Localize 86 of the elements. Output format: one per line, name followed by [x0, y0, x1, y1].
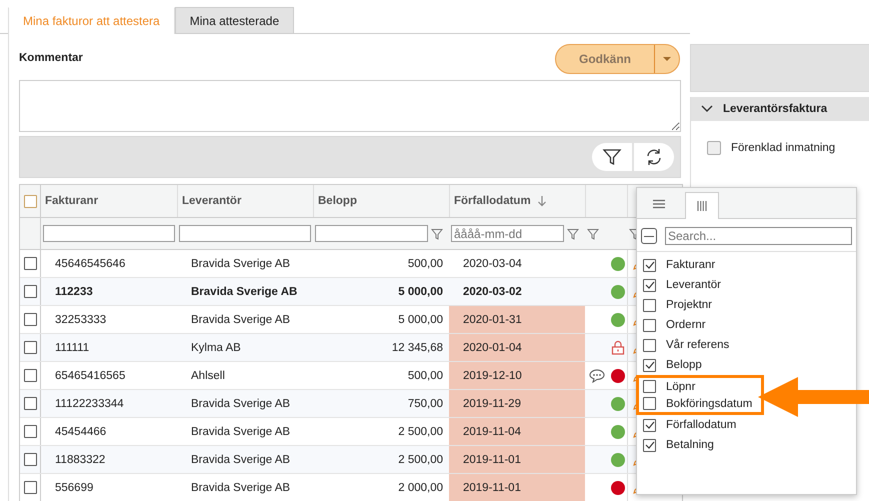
comment-label: Kommentar — [19, 52, 83, 64]
table-cell-text: 2 000,00 — [397, 480, 444, 496]
filter-field[interactable] — [179, 225, 311, 242]
checkbox-label: Förenklad inmatning — [731, 142, 836, 154]
table-cell-text: Bravida Sverige AB — [190, 284, 298, 300]
table-cell: 2019-11-29 — [449, 390, 585, 417]
checkbox[interactable] — [643, 258, 656, 272]
speech-bubble-icon[interactable] — [589, 368, 605, 382]
table-cell-text: 32253333 — [54, 312, 108, 328]
table-cell: 2019-11-01 — [449, 446, 585, 473]
table-cell-text: 2020-03-02 — [462, 284, 523, 300]
filter-field[interactable]: åååå-mm-dd — [451, 225, 564, 242]
column-option[interactable]: Projektnr — [666, 299, 712, 311]
table-cell-text: Bravida Sverige AB — [190, 312, 292, 328]
table-cell-text: 65465416565 — [54, 368, 126, 384]
table-cell-text: Ahlsell — [190, 368, 226, 384]
checkbox[interactable] — [643, 438, 656, 452]
table-cell-text: 5 000,00 — [397, 312, 444, 328]
table-cell-text: 750,00 — [406, 396, 444, 412]
filter-field[interactable] — [43, 225, 175, 242]
table-cell-text: 112233 — [54, 284, 94, 300]
checkbox[interactable] — [643, 298, 656, 312]
table-cell-text: Kylma AB — [190, 340, 242, 356]
table-cell-text: 45454466 — [54, 424, 108, 440]
column-option[interactable]: Ordernr — [666, 319, 706, 331]
column-header[interactable]: Leverantör — [177, 185, 313, 217]
table-cell: 2020-01-04 — [449, 334, 585, 361]
chevron-icon — [701, 105, 713, 113]
column-option[interactable]: Löpnr — [666, 380, 696, 392]
table-cell: 2019-11-01 — [449, 474, 585, 501]
checkbox[interactable] — [643, 358, 656, 372]
select-all-checkbox[interactable] — [24, 194, 36, 208]
table-cell-text: Bravida Sverige AB — [190, 424, 292, 440]
table-cell: 2020-01-31 — [449, 306, 585, 333]
table-cell-text: 11883322 — [54, 452, 106, 468]
column-option[interactable]: Leverantör — [666, 279, 721, 291]
table-cell-text: 12 345,68 — [390, 340, 444, 356]
checkbox[interactable] — [643, 278, 656, 292]
column-option[interactable]: Belopp — [666, 359, 702, 371]
row-checkbox[interactable] — [24, 341, 36, 354]
column-header[interactable]: Förfallodatum — [449, 185, 585, 217]
table-cell-text: 2 500,00 — [397, 452, 444, 468]
column-option[interactable]: Förfallodatum — [666, 419, 736, 431]
table-cell: 2019-11-04 — [449, 418, 585, 445]
table-cell-text: 2 500,00 — [397, 424, 444, 440]
row-checkbox[interactable] — [24, 257, 36, 270]
row-checkbox[interactable] — [24, 425, 36, 438]
columns-icon[interactable] — [685, 192, 719, 219]
checkbox[interactable] — [643, 418, 656, 432]
table-cell-text: 111111 — [54, 340, 90, 356]
table-cell-text: 500,00 — [406, 256, 444, 272]
table-cell-text: 500,00 — [406, 368, 444, 384]
table-cell-text: Bravida Sverige AB — [190, 396, 292, 412]
table-cell-text: 5 000,00 — [397, 284, 444, 300]
checkbox[interactable] — [643, 397, 656, 410]
table-cell-text: Bravida Sverige AB — [190, 480, 292, 496]
checkbox[interactable] — [643, 380, 656, 393]
sort-arrow-icon — [536, 195, 547, 207]
table-cell-text: 45646545646 — [54, 256, 126, 272]
column-option[interactable]: Fakturanr — [666, 259, 716, 271]
row-checkbox[interactable] — [24, 285, 36, 298]
table-cell: 2019-12-10 — [449, 362, 585, 389]
table-cell-text: 556699 — [54, 480, 94, 496]
tab[interactable]: Mina attesterade — [174, 7, 294, 33]
checkbox[interactable] — [643, 318, 656, 332]
row-checkbox[interactable] — [24, 369, 36, 382]
search-field[interactable]: Search... — [665, 227, 852, 245]
section-header[interactable]: Leverantörsfaktura — [691, 97, 869, 121]
row-checkbox[interactable] — [24, 313, 36, 326]
column-option[interactable]: Betalning — [666, 439, 714, 451]
column-option[interactable]: Vår referens — [666, 339, 730, 351]
filter-field[interactable] — [315, 225, 428, 242]
select-all-checkbox[interactable] — [641, 228, 657, 244]
column-header[interactable]: Belopp — [313, 185, 449, 217]
table-cell-text: Bravida Sverige AB — [190, 256, 292, 272]
table-cell-text: 2020-03-04 — [462, 256, 523, 272]
checkbox[interactable] — [707, 141, 721, 155]
column-header[interactable]: Fakturanr — [41, 185, 177, 217]
row-checkbox[interactable] — [24, 397, 36, 410]
section-title: Leverantörsfaktura — [723, 103, 828, 115]
checkbox[interactable] — [643, 338, 656, 352]
row-checkbox[interactable] — [24, 481, 36, 494]
comment-field[interactable] — [19, 80, 681, 132]
table-cell-text: Bravida Sverige AB — [190, 452, 292, 468]
table-cell-text: 11122233344 — [54, 396, 125, 412]
row-checkbox[interactable] — [24, 453, 36, 466]
